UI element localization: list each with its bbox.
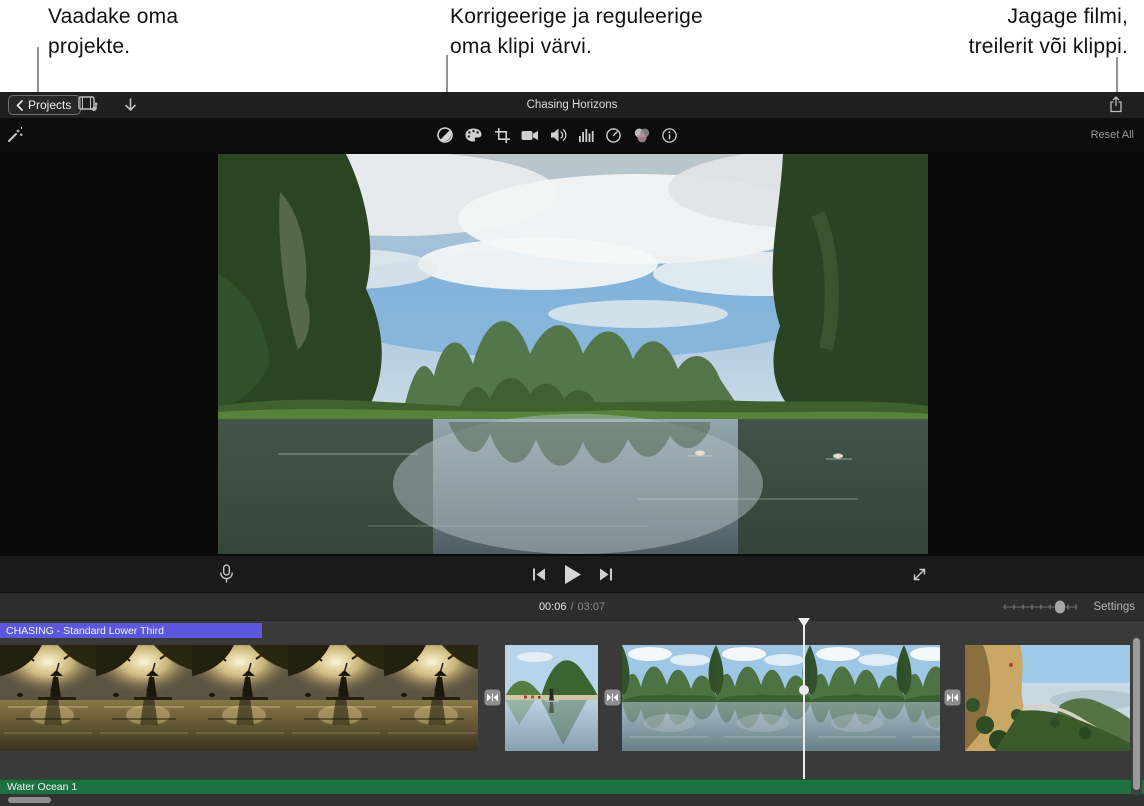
horizontal-scrollbar[interactable]	[8, 797, 51, 803]
callout-right: Jagage filmi, treilerit või klippi.	[969, 2, 1128, 62]
window-title: Chasing Horizons	[526, 99, 618, 111]
video-preview	[218, 149, 968, 554]
adjustments-bar: Reset All	[0, 118, 1144, 152]
share-icon[interactable]	[1109, 95, 1123, 114]
playback-bar	[0, 556, 1144, 592]
callout-left: Vaadake oma projekte.	[48, 2, 178, 62]
volume-icon[interactable]	[550, 127, 568, 143]
playhead-dot[interactable]	[799, 685, 809, 695]
transport-controls	[0, 556, 1144, 592]
callout-center-line2: oma klipi värvi.	[450, 35, 593, 58]
title-clip-label: CHASING - Standard Lower Third	[6, 624, 164, 637]
play-icon[interactable]	[563, 564, 582, 585]
transition-icon[interactable]	[484, 689, 501, 706]
title-clip[interactable]: CHASING - Standard Lower Third	[0, 623, 262, 638]
color-palette-icon[interactable]	[464, 126, 483, 144]
skip-forward-icon[interactable]	[599, 567, 613, 582]
timeline-footer	[0, 794, 1144, 806]
settings-label: Settings	[1093, 600, 1135, 613]
speed-gauge-icon[interactable]	[605, 127, 622, 144]
info-icon[interactable]	[661, 127, 678, 144]
vertical-scrollbar[interactable]	[1133, 638, 1140, 790]
toolbar: Projects Chasing Horizons	[0, 92, 1144, 118]
timeline-clip-2[interactable]	[505, 645, 598, 751]
viewer-area	[0, 149, 1144, 556]
transition-icon[interactable]	[944, 689, 961, 706]
time-display: 00:06 / 03:07	[0, 593, 1144, 620]
settings-button[interactable]: Settings	[1093, 593, 1135, 620]
reset-all-button[interactable]: Reset All	[1091, 118, 1134, 152]
crop-icon[interactable]	[494, 127, 511, 144]
total-time: 03:07	[577, 600, 606, 613]
time-bar: 00:06 / 03:07 Settings	[0, 592, 1144, 620]
noise-equalizer-icon[interactable]	[578, 128, 595, 143]
skip-back-icon[interactable]	[532, 567, 546, 582]
transition-icon[interactable]	[604, 689, 621, 706]
fullscreen-icon[interactable]	[911, 566, 928, 588]
zoom-slider-thumb[interactable]	[1055, 600, 1065, 614]
audio-clip-label: Water Ocean 1	[7, 781, 78, 793]
playhead[interactable]	[803, 621, 805, 794]
reset-all-label: Reset All	[1090, 129, 1134, 141]
stabilization-camera-icon[interactable]	[521, 128, 539, 143]
time-separator: /	[570, 600, 574, 613]
callout-right-line1: Jagage filmi,	[1007, 5, 1128, 28]
callout-right-line2: treilerit või klippi.	[968, 35, 1128, 58]
timeline-zoom-slider[interactable]	[1002, 600, 1078, 619]
current-time: 00:06	[538, 600, 567, 613]
callout-left-line2: projekte.	[48, 35, 131, 58]
auto-enhance-wand-icon[interactable]	[5, 125, 25, 150]
color-balance-icon[interactable]	[436, 126, 454, 144]
timeline: CHASING - Standard Lower Third Water Oce…	[0, 618, 1144, 806]
timeline-clip-4[interactable]	[965, 645, 1130, 751]
audio-clip[interactable]: Water Ocean 1	[0, 779, 1144, 794]
callout-center: Korrigeerige ja reguleerige oma klipi vä…	[450, 2, 703, 62]
timeline-clip-1[interactable]	[0, 645, 478, 751]
callout-center-line1: Korrigeerige ja reguleerige	[450, 5, 703, 28]
timeline-clip-3[interactable]	[622, 645, 940, 751]
screen: Vaadake oma projekte. Korrigeerige ja re…	[0, 0, 1144, 806]
clip-filter-icon[interactable]	[633, 127, 651, 144]
adjust-icons-group	[436, 118, 678, 152]
callout-left-line1: Vaadake oma	[48, 5, 179, 28]
